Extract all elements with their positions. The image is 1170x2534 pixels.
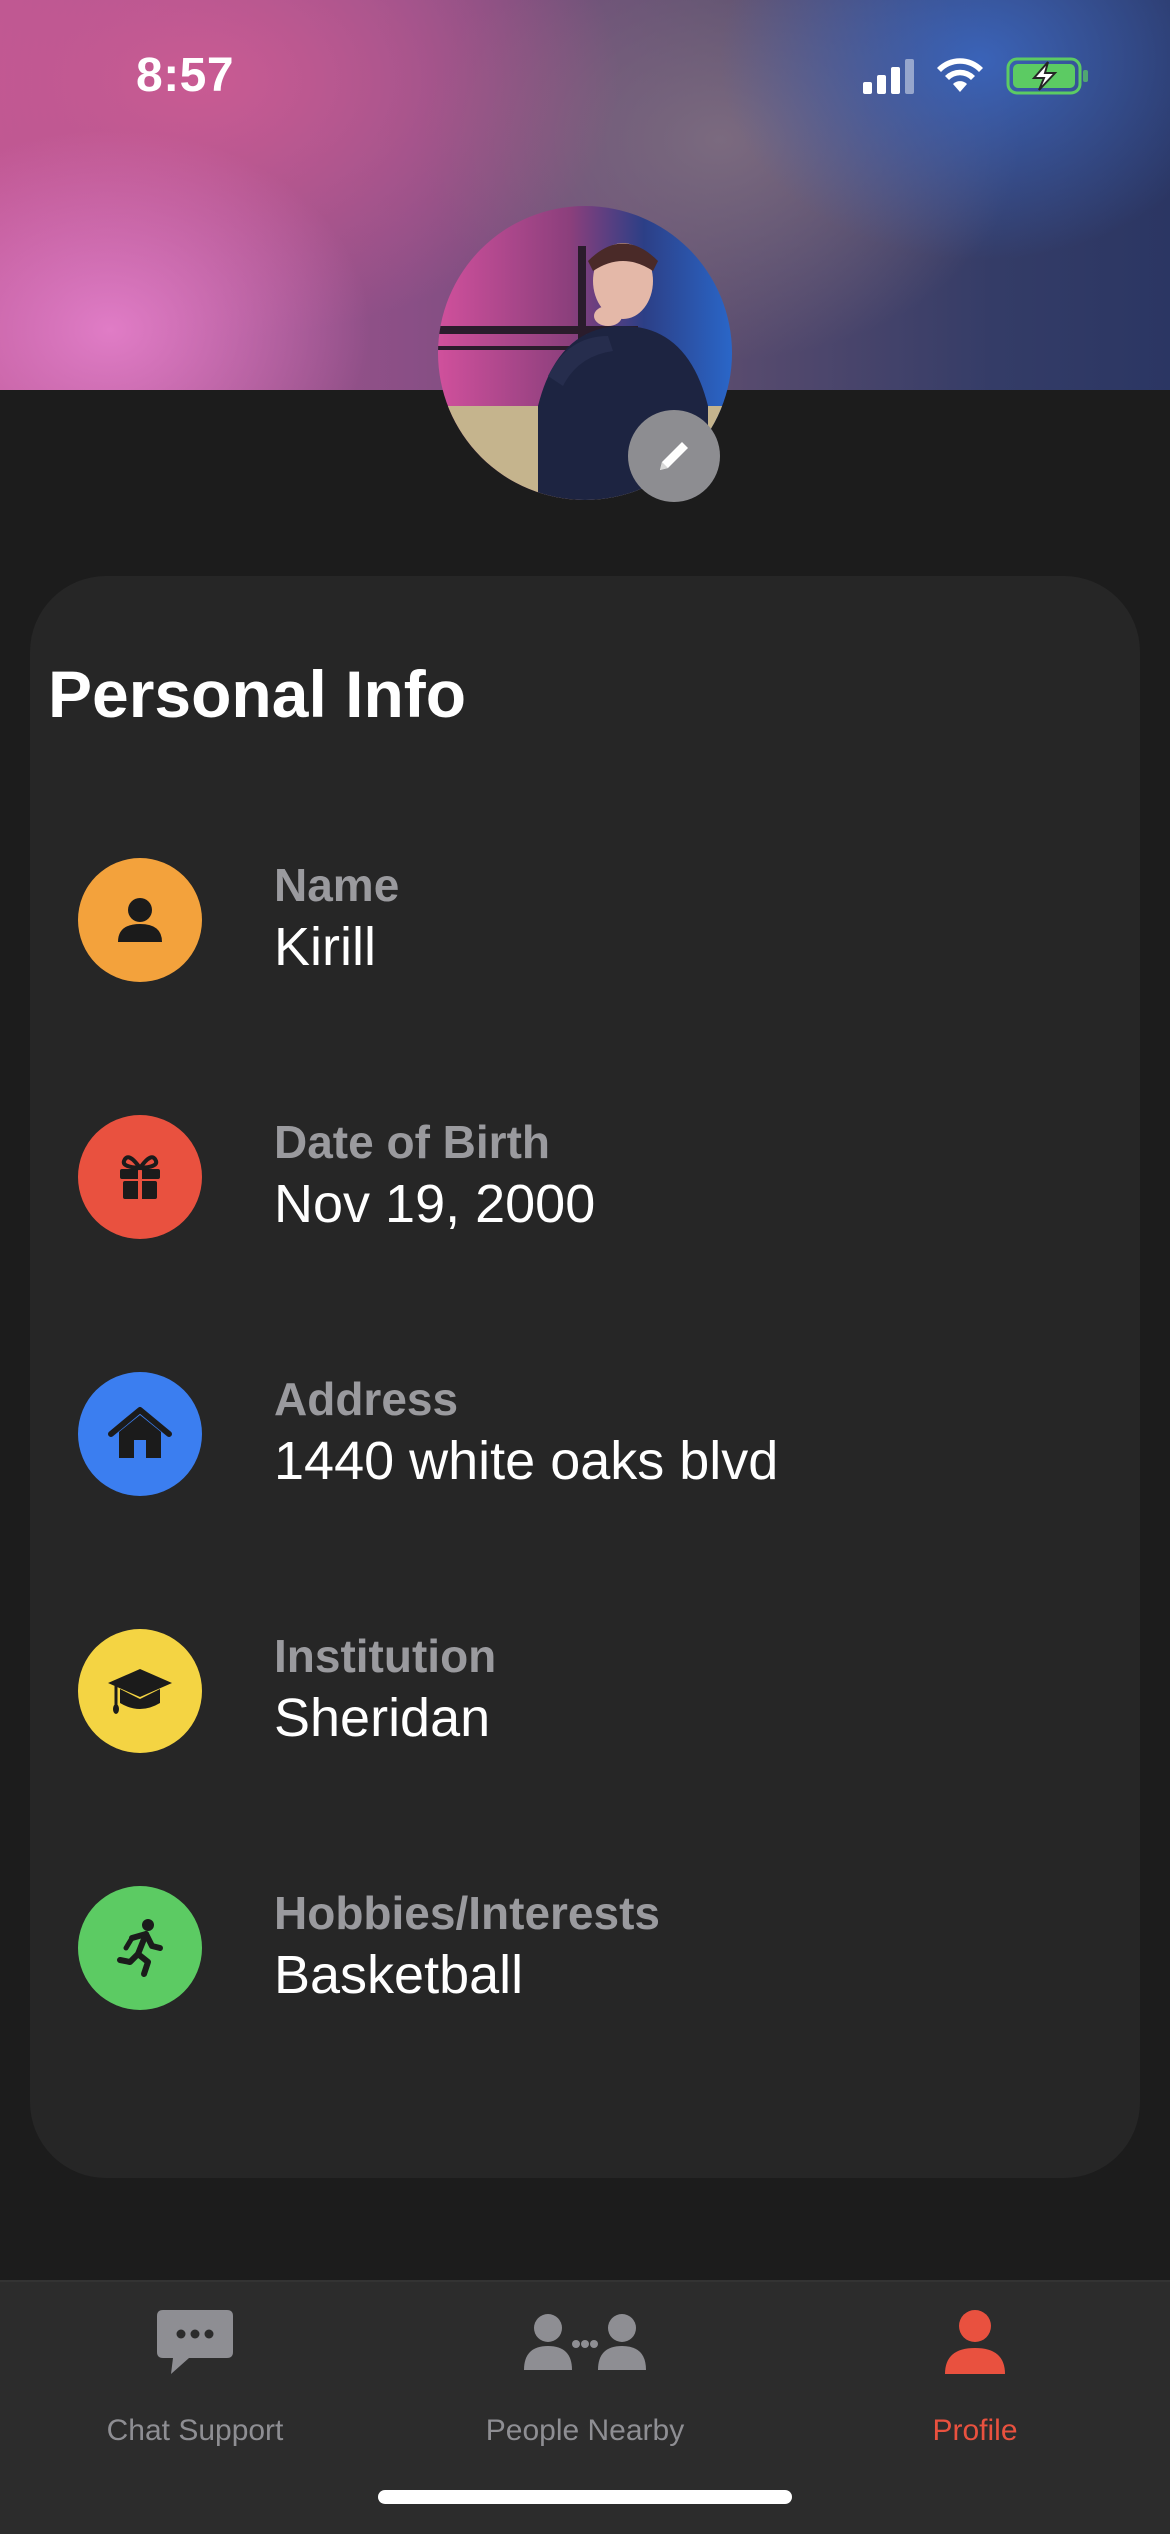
info-row-hobbies[interactable]: Hobbies/Interests Basketball (48, 1886, 1048, 2012)
info-row-date-of-birth[interactable]: Date of Birth Nov 19, 2000 (48, 1115, 1048, 1241)
pencil-icon (660, 442, 688, 470)
running-person-icon (78, 1886, 202, 2010)
home-indicator[interactable] (378, 2490, 792, 2504)
info-value: Kirill (274, 917, 376, 977)
person-icon (945, 2310, 1005, 2374)
tab-people-nearby[interactable]: People Nearby (425, 2306, 745, 2447)
house-icon (78, 1372, 202, 1496)
info-row-institution[interactable]: Institution Sheridan (48, 1629, 1048, 1755)
info-label: Hobbies/Interests (274, 1887, 660, 1939)
battery-charging-icon (1006, 57, 1088, 95)
tab-label: People Nearby (485, 2414, 685, 2447)
info-row-address[interactable]: Address 1440 white oaks blvd (48, 1372, 1048, 1498)
info-label: Date of Birth (274, 1116, 550, 1168)
tab-label: Profile (932, 2414, 1018, 2447)
status-bar: 8:57 (0, 0, 1170, 150)
graduation-cap-icon (78, 1629, 202, 1753)
tab-profile[interactable]: Profile (815, 2306, 1135, 2447)
info-value: Nov 19, 2000 (274, 1174, 596, 1234)
info-label: Address (274, 1373, 459, 1425)
tab-chat-support[interactable]: Chat Support (35, 2306, 355, 2447)
person-icon (78, 858, 202, 982)
tab-label: Chat Support (106, 2414, 284, 2447)
status-time: 8:57 (136, 49, 235, 102)
info-label: Institution (274, 1630, 497, 1682)
info-label: Name (274, 859, 400, 911)
info-value: Sheridan (274, 1688, 491, 1748)
chat-bubble-icon (157, 2310, 233, 2374)
info-value: Basketball (274, 1945, 524, 2005)
people-nearby-icon (524, 2314, 646, 2370)
info-row-name[interactable]: Name Kirill (48, 858, 1048, 984)
personal-info-title: Personal Info (48, 657, 467, 731)
status-icons (863, 56, 1090, 96)
edit-avatar-button[interactable] (628, 410, 720, 502)
info-value: 1440 white oaks blvd (274, 1431, 779, 1491)
gift-icon (78, 1115, 202, 1239)
cellular-signal-icon (863, 58, 914, 94)
wifi-icon (937, 58, 983, 92)
